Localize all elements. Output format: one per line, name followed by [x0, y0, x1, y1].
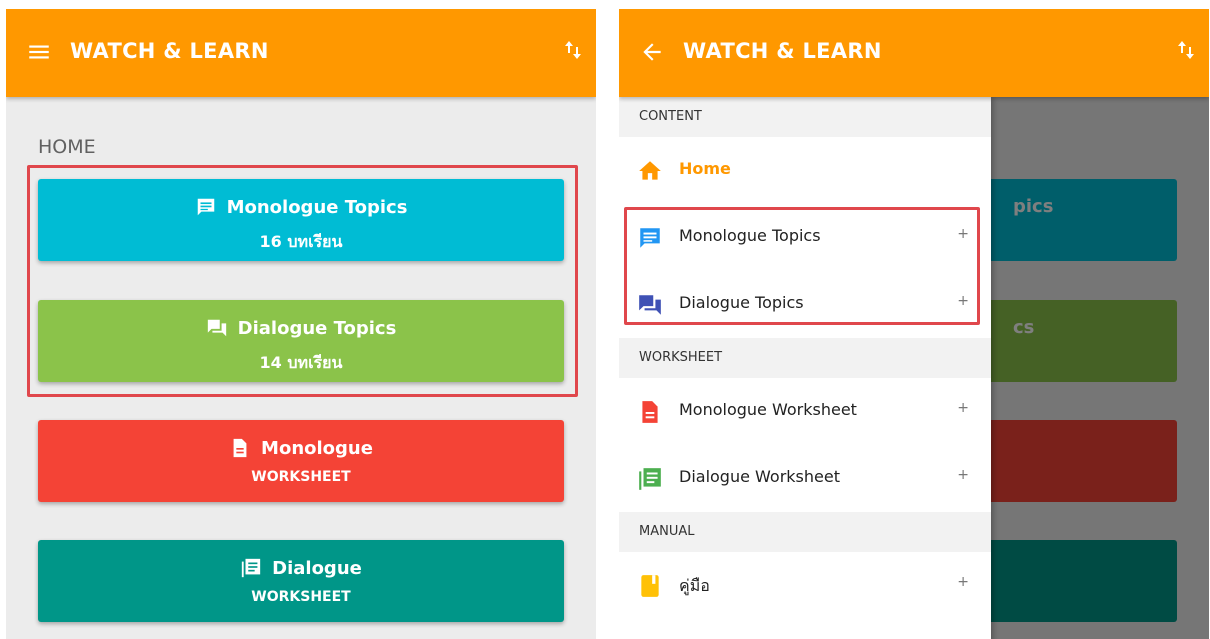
- file-icon: [233, 438, 247, 458]
- book-icon: [641, 575, 659, 597]
- back-arrow-icon[interactable]: [639, 39, 665, 65]
- drawer-item-home[interactable]: Home: [619, 137, 991, 204]
- expand-icon[interactable]: +: [957, 574, 969, 590]
- menu-icon[interactable]: [26, 39, 52, 65]
- card-title: Dialogue: [272, 557, 362, 579]
- dialogue-worksheet-card[interactable]: Dialogue WORKSHEET: [38, 540, 564, 622]
- list-icon: [241, 558, 261, 578]
- list-icon: [639, 468, 661, 490]
- drawer-item-label: Home: [679, 159, 731, 178]
- app-bar: WATCH & LEARN: [619, 9, 1209, 97]
- home-screen: WATCH & LEARN HOME Monologue Topics 16 บ…: [6, 9, 596, 639]
- card-title: Monologue: [261, 437, 373, 459]
- highlight-frame: [624, 207, 980, 325]
- expand-icon[interactable]: +: [957, 467, 969, 483]
- drawer-item-label: Monologue Worksheet: [679, 400, 857, 419]
- app-bar: WATCH & LEARN: [6, 9, 596, 97]
- card-subtitle: WORKSHEET: [251, 589, 351, 605]
- app-title: WATCH & LEARN: [70, 39, 269, 63]
- drawer-screen: WATCH & LEARN pics cs CONTENT Home Monol…: [619, 9, 1209, 639]
- sort-icon[interactable]: [1177, 39, 1195, 61]
- navigation-drawer: CONTENT Home Monologue Topics + Dialogue…: [619, 97, 991, 639]
- expand-icon[interactable]: +: [957, 400, 969, 416]
- app-title: WATCH & LEARN: [683, 39, 882, 63]
- drawer-header-content: CONTENT: [619, 97, 991, 137]
- drawer-item-dialogue-worksheet[interactable]: Dialogue Worksheet +: [619, 445, 991, 512]
- home-icon: [639, 161, 661, 180]
- monologue-worksheet-card[interactable]: Monologue WORKSHEET: [38, 420, 564, 502]
- drawer-header-manual: MANUAL: [619, 512, 991, 552]
- drawer-header-worksheet: WORKSHEET: [619, 338, 991, 378]
- section-label-home: HOME: [38, 136, 96, 158]
- highlight-frame: [27, 165, 578, 397]
- drawer-item-label: คู่มือ: [679, 576, 710, 595]
- file-icon: [642, 401, 658, 423]
- card-subtitle: WORKSHEET: [251, 469, 351, 485]
- drawer-item-monologue-worksheet[interactable]: Monologue Worksheet +: [619, 378, 991, 445]
- drawer-item-label: Dialogue Worksheet: [679, 467, 840, 486]
- sort-icon[interactable]: [564, 39, 582, 61]
- drawer-item-manual[interactable]: คู่มือ +: [619, 552, 991, 619]
